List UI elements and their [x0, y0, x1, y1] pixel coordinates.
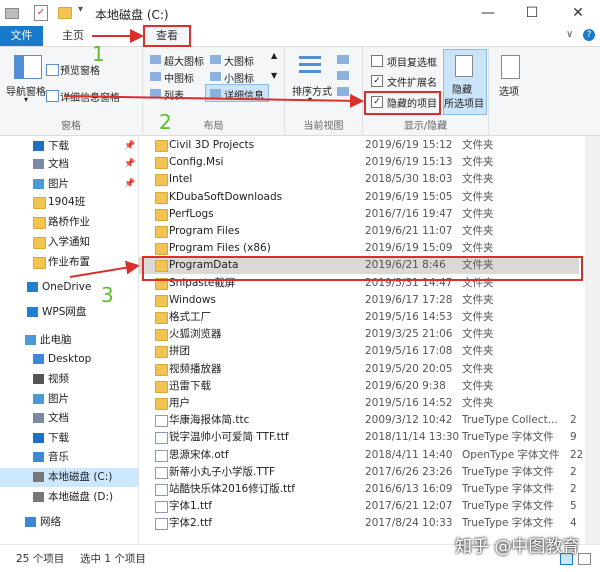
watermark: 知乎 @中图教育: [455, 537, 580, 557]
arrow-to-hidden-items: [63, 93, 364, 108]
arrow-to-programdata: [69, 260, 140, 278]
annotation-arrows: [63, 29, 364, 278]
